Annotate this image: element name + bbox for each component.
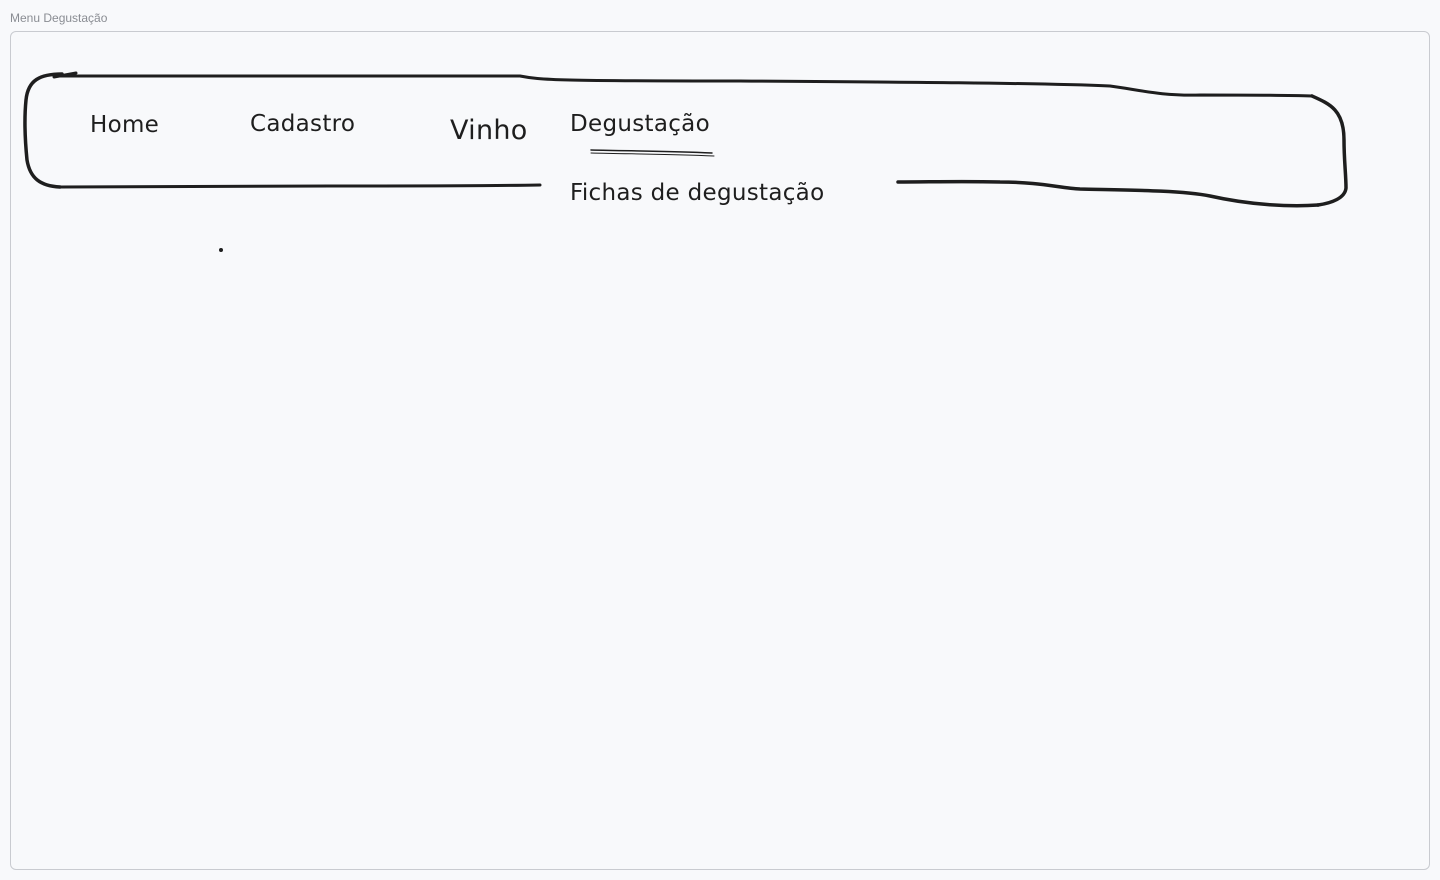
submenu-item-fichas-de-degustacao[interactable]: Fichas de degustação (570, 180, 824, 206)
frame-title: Menu Degustação (10, 11, 108, 25)
canvas-frame (10, 31, 1430, 870)
nav-item-degustacao[interactable]: Degustação (570, 111, 710, 137)
nav-item-home[interactable]: Home (90, 112, 159, 138)
nav-item-vinho[interactable]: Vinho (450, 115, 528, 146)
nav-item-cadastro[interactable]: Cadastro (250, 111, 355, 137)
stray-dot (219, 248, 223, 252)
